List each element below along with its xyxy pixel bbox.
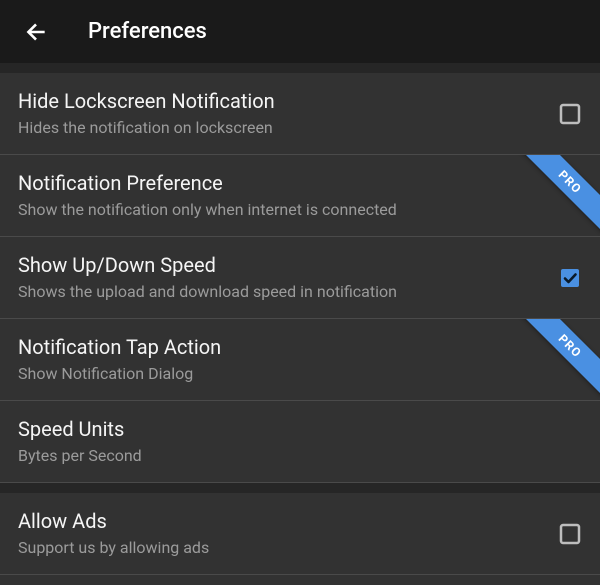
- row-text: Speed Units Bytes per Second: [18, 417, 582, 466]
- row-subtitle: Show the notification only when internet…: [18, 200, 574, 220]
- pref-show-up-down-speed[interactable]: Show Up/Down Speed Shows the upload and …: [0, 237, 600, 319]
- pref-notification-preference[interactable]: Notification Preference Show the notific…: [0, 155, 600, 237]
- pref-allow-ads[interactable]: Allow Ads Support us by allowing ads: [0, 483, 600, 575]
- pref-speed-units[interactable]: Speed Units Bytes per Second: [0, 401, 600, 483]
- row-title: Speed Units: [18, 417, 574, 442]
- row-subtitle: Show Notification Dialog: [18, 364, 574, 384]
- row-text: Notification Preference Show the notific…: [18, 171, 582, 220]
- row-subtitle: Bytes per Second: [18, 446, 574, 466]
- row-text: Hide Lockscreen Notification Hides the n…: [18, 89, 558, 138]
- row-text: Allow Ads Support us by allowing ads: [18, 509, 558, 558]
- row-text: Show Up/Down Speed Shows the upload and …: [18, 253, 558, 302]
- back-button[interactable]: [12, 8, 60, 56]
- row-text: Notification Tap Action Show Notificatio…: [18, 335, 582, 384]
- row-title: Hide Lockscreen Notification: [18, 89, 550, 114]
- pref-notification-tap-action[interactable]: Notification Tap Action Show Notificatio…: [0, 319, 600, 401]
- checkbox-unchecked[interactable]: [558, 102, 582, 126]
- preferences-list: Hide Lockscreen Notification Hides the n…: [0, 63, 600, 575]
- row-title: Notification Tap Action: [18, 335, 574, 360]
- checkbox-checked[interactable]: [558, 266, 582, 290]
- page-title: Preferences: [88, 19, 207, 44]
- pref-hide-lockscreen-notification[interactable]: Hide Lockscreen Notification Hides the n…: [0, 63, 600, 155]
- row-subtitle: Support us by allowing ads: [18, 538, 550, 558]
- row-title: Show Up/Down Speed: [18, 253, 550, 278]
- row-subtitle: Shows the upload and download speed in n…: [18, 282, 550, 302]
- checkbox-unchecked[interactable]: [558, 522, 582, 546]
- row-title: Notification Preference: [18, 171, 574, 196]
- back-arrow-icon: [23, 19, 49, 45]
- row-title: Allow Ads: [18, 509, 550, 534]
- row-subtitle: Hides the notification on lockscreen: [18, 118, 550, 138]
- app-bar: Preferences: [0, 0, 600, 63]
